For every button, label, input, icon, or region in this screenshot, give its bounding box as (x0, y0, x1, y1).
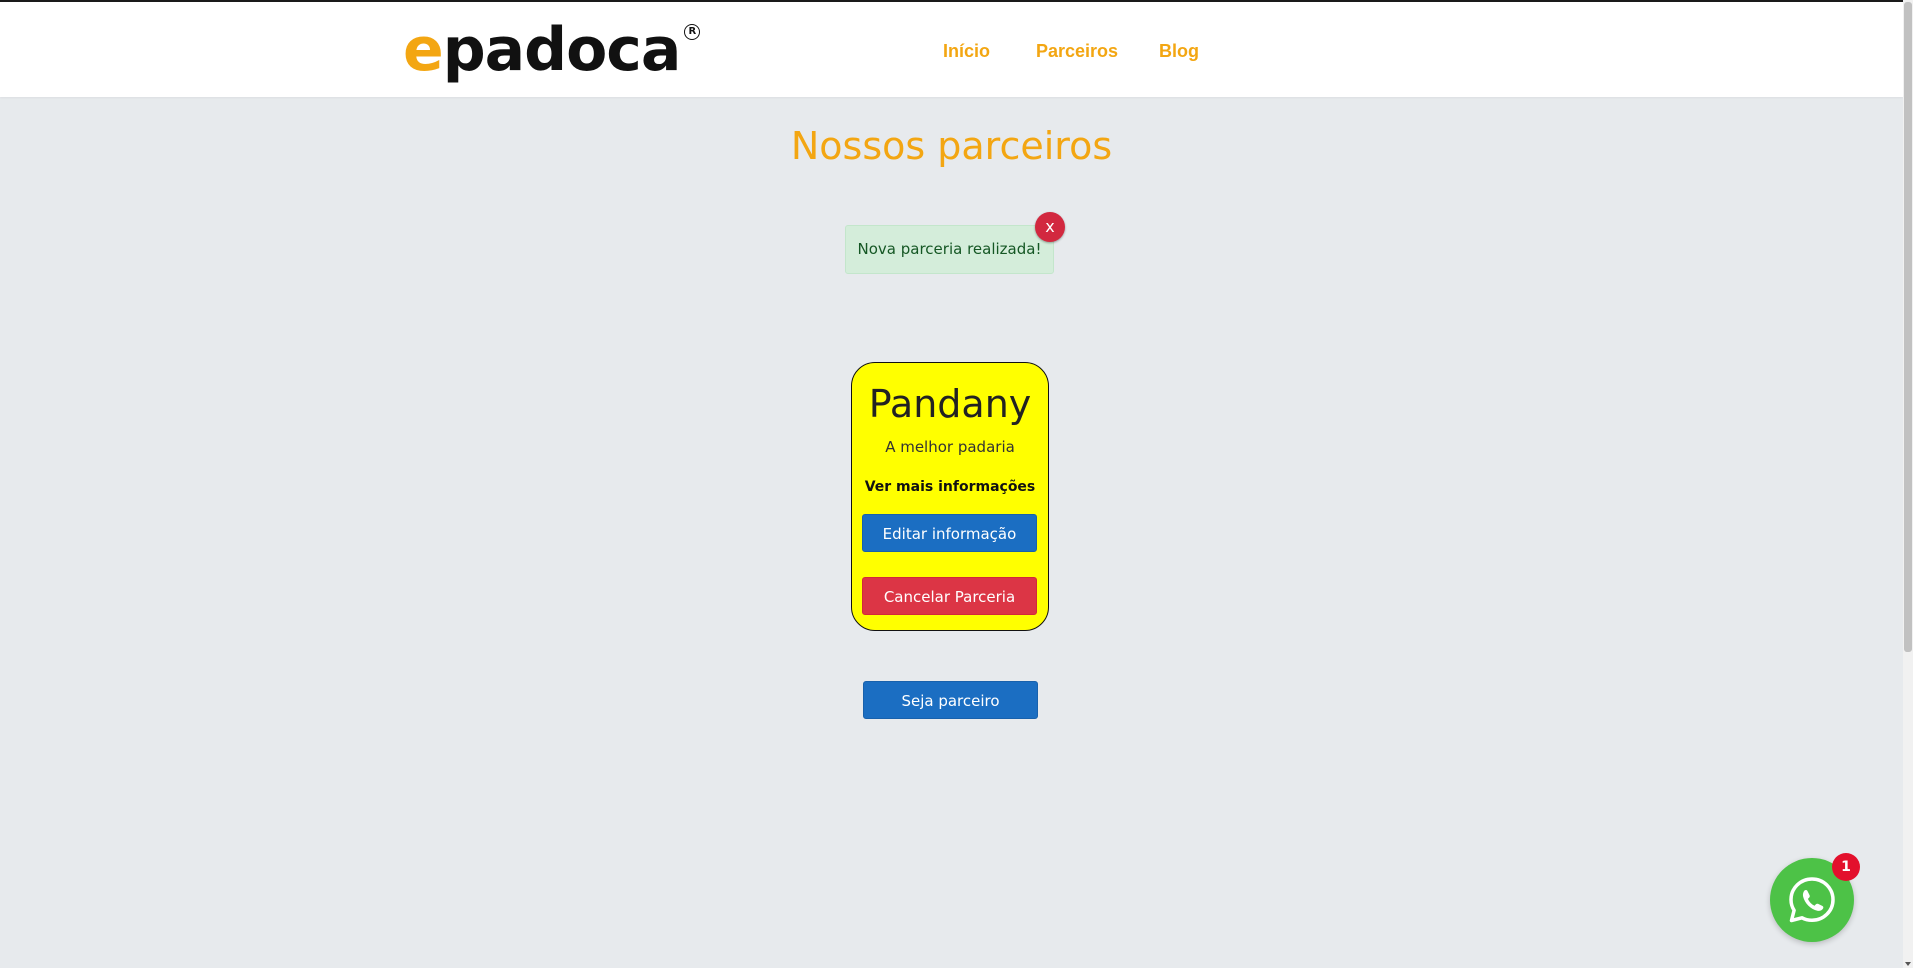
alert-close-button[interactable]: x (1035, 212, 1065, 242)
partner-description: A melhor padaria (885, 438, 1015, 456)
scroll-down-arrow-icon[interactable] (1905, 962, 1911, 966)
cancel-partnership-button[interactable]: Cancelar Parceria (862, 577, 1037, 615)
scrollbar-thumb[interactable] (1904, 2, 1912, 652)
more-info-link[interactable]: Ver mais informações (852, 476, 1048, 498)
main-nav: Início Parceiros Blog (0, 38, 1903, 64)
whatsapp-icon (1789, 877, 1835, 923)
become-partner-button[interactable]: Seja parceiro (863, 681, 1038, 719)
site-header: epadoca R Início Parceiros Blog (0, 2, 1903, 97)
notification-badge: 1 (1832, 853, 1860, 881)
vertical-scrollbar[interactable] (1903, 0, 1913, 968)
edit-info-button[interactable]: Editar informação (862, 514, 1037, 552)
nav-item-blog[interactable]: Blog (1159, 38, 1199, 64)
nav-item-inicio[interactable]: Início (943, 38, 990, 64)
partner-name: Pandany (868, 382, 1032, 426)
success-alert: Nova parceria realizada! (845, 225, 1054, 274)
nav-item-parceiros[interactable]: Parceiros (1036, 38, 1118, 64)
page-title: Nossos parceiros (790, 124, 1113, 168)
partner-card: Pandany A melhor padaria Ver mais inform… (851, 362, 1049, 631)
